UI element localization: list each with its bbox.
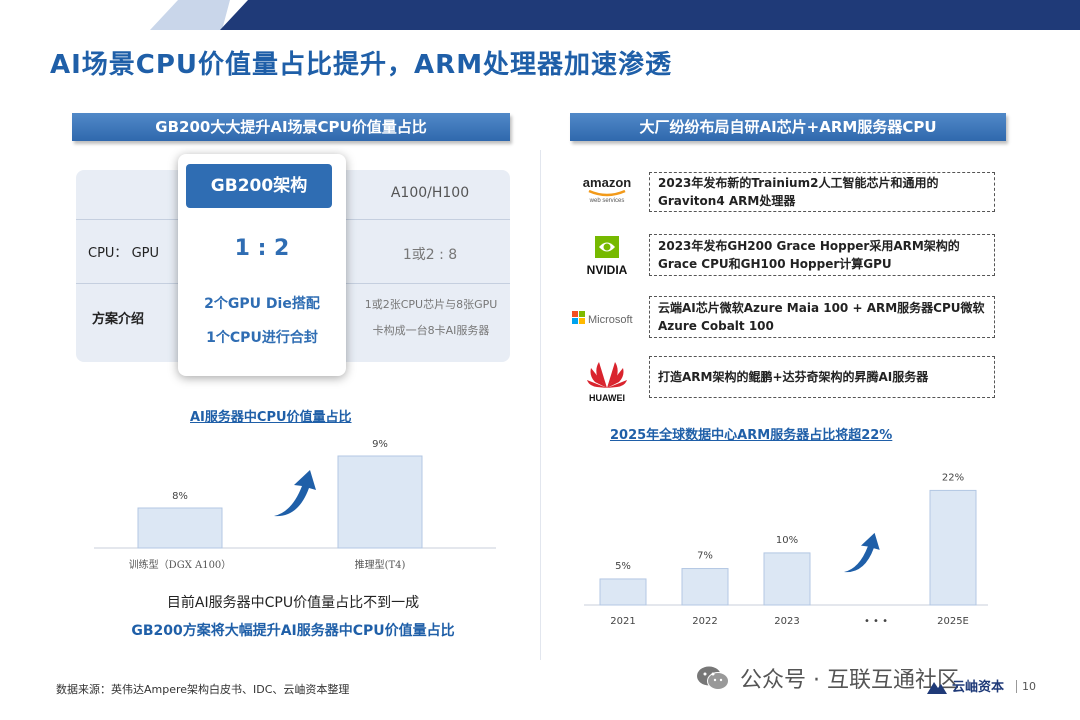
amazon-logo-text: amazon (583, 175, 631, 190)
cpu-value-share-chart: 8% 训练型（DGX A100） 9% 推理型(T4) (94, 439, 496, 571)
amazon-logo-subtext: web services (589, 198, 625, 204)
top-band-light-stripe (150, 0, 230, 30)
data-label: 10% (776, 535, 798, 546)
data-label: 5% (615, 561, 631, 572)
category-label: 训练型（DGX A100） (129, 558, 232, 571)
data-label: 8% (172, 491, 188, 502)
bar (681, 568, 729, 606)
page-number: 10 (1016, 680, 1036, 693)
data-label: 7% (697, 551, 713, 562)
gb200-ratio: 1 : 2 (234, 236, 290, 261)
row-label-scheme: 方案介绍 (92, 312, 145, 327)
ellipsis-label: • • • (864, 616, 888, 627)
data-source-note: 数据来源：英伟达Ampere架构白皮书、IDC、云岫资本整理 (56, 683, 350, 696)
category-label: 2025E (937, 616, 969, 627)
brand-logo: 云岫资本 (926, 676, 1004, 695)
wechat-icon (697, 666, 729, 690)
brand-mountain-icon (927, 681, 947, 694)
amazon-logo-icon: amazon web services (570, 168, 644, 208)
gb200-scheme-line1: 2个GPU Die搭配 (204, 296, 320, 312)
note-gb200: GB200方案将大幅提升AI服务器中CPU价值量占比 (131, 623, 455, 639)
huawei-logo-icon: HUAWEI (570, 358, 644, 404)
category-label: 推理型(T4) (355, 558, 406, 571)
gb200-column-header: GB200架构 (186, 164, 332, 208)
left-chart-title: AI服务器中CPU价值量占比 (190, 410, 352, 425)
bar (929, 489, 977, 606)
top-band-dark-stripe (220, 0, 1080, 30)
a100-scheme-line2: 卡构成一台8卡AI服务器 (372, 324, 490, 337)
microsoft-logo-icon: Microsoft (570, 298, 644, 338)
nvidia-description: 2023年发布GH200 Grace Hopper采用ARM架构的Grace C… (649, 234, 995, 276)
brand-name: 云岫资本 (952, 680, 1005, 695)
note-current: 目前AI服务器中CPU价值量占比不到一成 (166, 595, 420, 611)
growth-arrow-icon (274, 470, 316, 517)
category-label: 2022 (692, 616, 717, 627)
section-divider (540, 150, 541, 660)
gb200-scheme-line2: 1个CPU进行合封 (206, 330, 318, 346)
arm-server-share-chart: 5% 2021 7% 2022 10% 2023 22% 2025E • • • (584, 472, 988, 627)
nvidia-logo-text: NVIDIA (587, 263, 628, 277)
nvidia-logo-icon: NVIDIA (570, 234, 644, 278)
right-chart-title: 2025年全球数据中心ARM服务器占比将超22% (610, 428, 893, 443)
category-label: 2023 (774, 616, 799, 627)
microsoft-logo-text: Microsoft (588, 314, 633, 326)
bar (337, 455, 423, 549)
top-decor-band (0, 0, 1080, 30)
bar (763, 552, 811, 606)
bar (599, 578, 647, 606)
data-label: 9% (372, 439, 388, 450)
a100-scheme-line1: 1或2张CPU芯片与8张GPU (364, 298, 498, 311)
a100-ratio: 1或2 : 8 (402, 247, 458, 263)
wechat-watermark: 公众号 · 互联互通社区 (696, 662, 959, 694)
left-section-header: GB200大大提升AI场景CPU价值量占比 (72, 113, 510, 141)
bar (137, 507, 223, 549)
page-title: AI场景CPU价值量占比提升，ARM处理器加速渗透 (50, 50, 673, 80)
a100-column-header: A100/H100 (390, 185, 470, 201)
growth-arrow-icon (844, 532, 880, 573)
microsoft-description: 云端AI芯片微软Azure Maia 100 + ARM服务器CPU微软Azur… (649, 296, 995, 338)
right-section-header: 大厂纷纷布局自研AI芯片+ARM服务器CPU (570, 113, 1006, 141)
row-label-ratio: CPU： GPU (88, 246, 159, 261)
amazon-description: 2023年发布新的Trainium2人工智能芯片和通用的Graviton4 AR… (649, 172, 995, 212)
data-label: 22% (942, 472, 964, 483)
category-label: 2021 (610, 616, 635, 627)
huawei-logo-text: HUAWEI (589, 393, 625, 403)
huawei-description: 打造ARM架构的鲲鹏+达芬奇架构的昇腾AI服务器 (649, 356, 995, 398)
